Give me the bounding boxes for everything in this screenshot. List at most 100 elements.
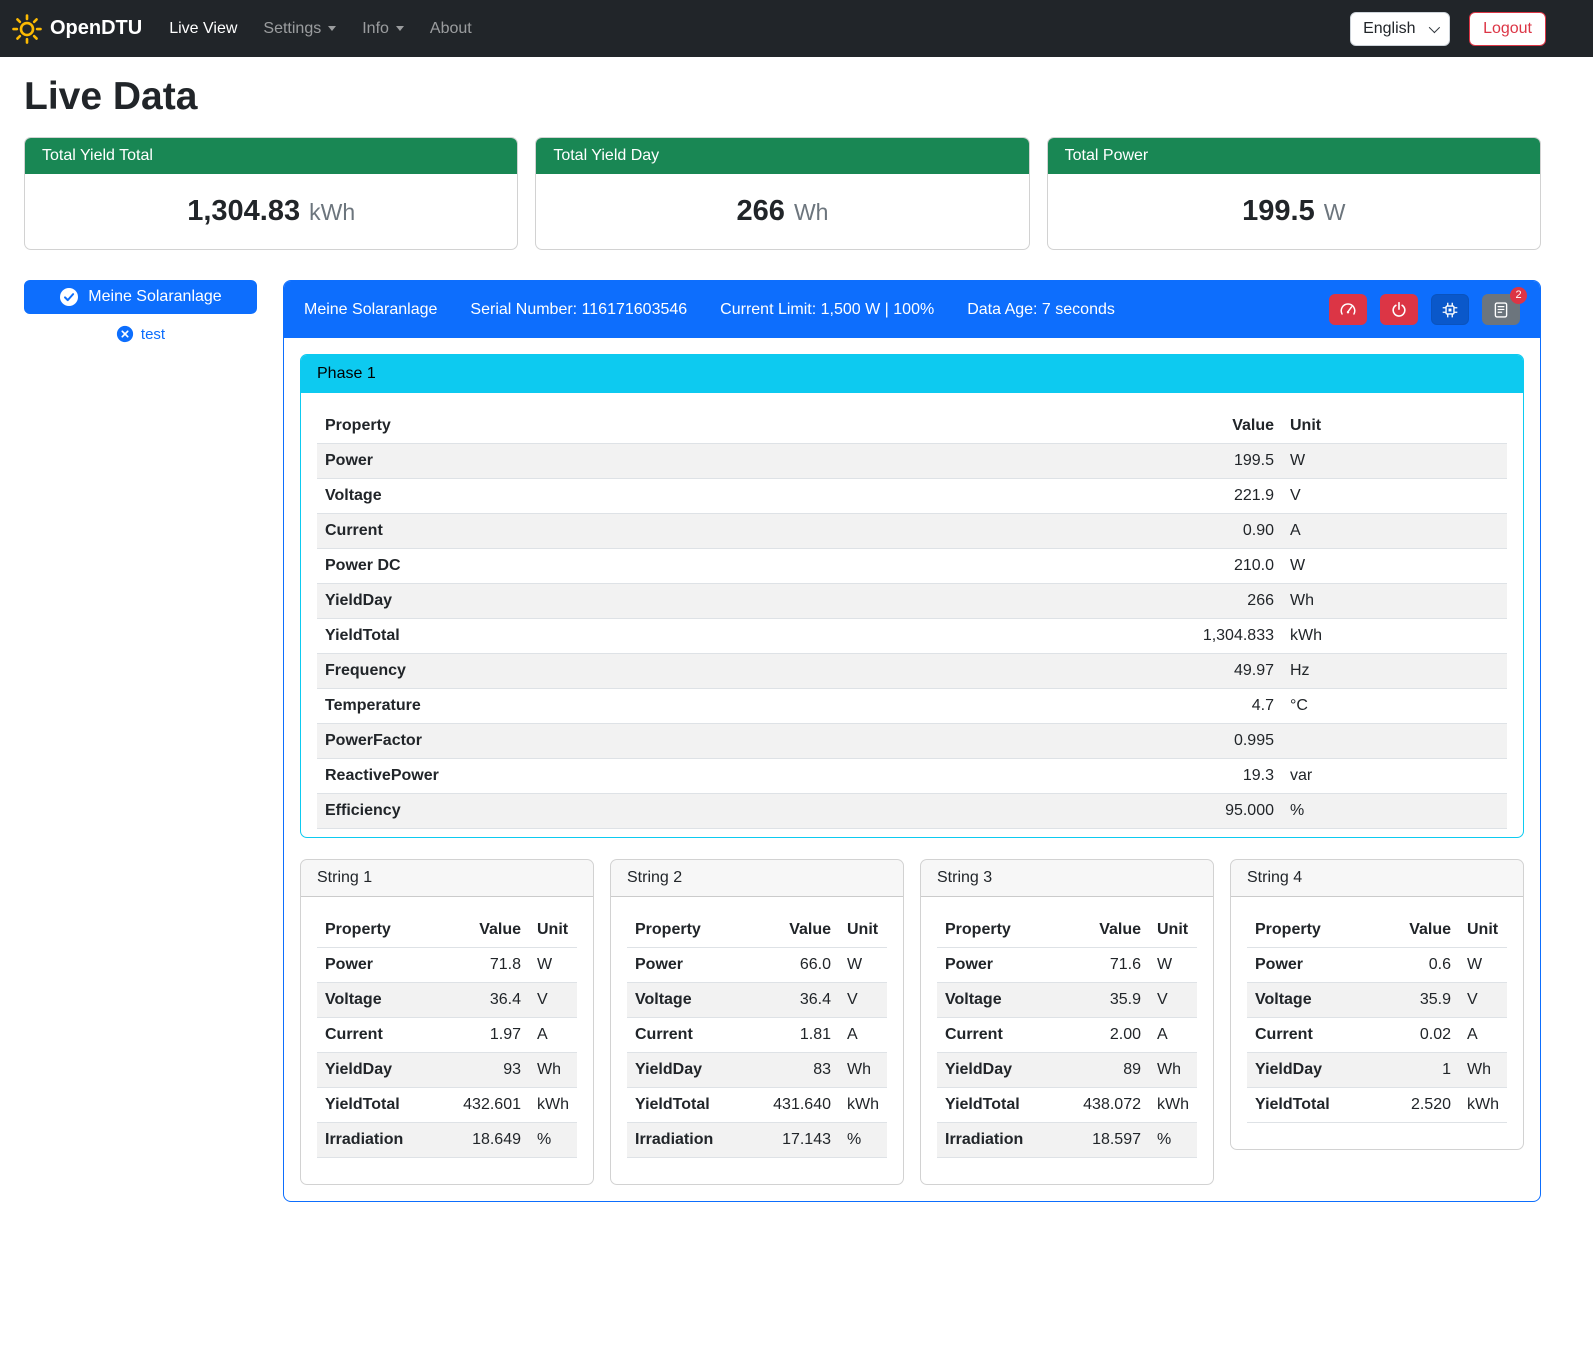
value-cell: 17.143 — [765, 1123, 839, 1158]
value-cell: 221.9 — [1152, 479, 1282, 514]
value-cell: 1.81 — [765, 1018, 839, 1053]
property-cell: Voltage — [937, 983, 1075, 1018]
value-cell: 266 — [1152, 584, 1282, 619]
property-cell: Power — [627, 948, 765, 983]
nav-info[interactable]: Info — [349, 12, 417, 46]
value-cell: 36.4 — [765, 983, 839, 1018]
column-header-unit: Unit — [1149, 913, 1197, 948]
unit-cell: kWh — [529, 1088, 577, 1123]
property-cell: YieldTotal — [937, 1088, 1075, 1123]
navbar-right: English Logout — [1350, 12, 1546, 46]
table-header-row: Property Value Unit — [937, 913, 1197, 948]
table-row: Power 71.8 W — [317, 948, 577, 983]
total-power-unit: W — [1324, 199, 1346, 225]
value-cell: 210.0 — [1152, 549, 1282, 584]
table-row: YieldTotal 1,304.833 kWh — [317, 619, 1507, 654]
serial-number: Serial Number: 116171603546 — [470, 301, 687, 319]
value-cell: 93 — [455, 1053, 529, 1088]
card-title: Total Yield Day — [536, 138, 1028, 174]
table-header-row: Property Value Unit — [1247, 913, 1507, 948]
column-header-value: Value — [765, 913, 839, 948]
value-cell: 18.649 — [455, 1123, 529, 1158]
unit-cell: V — [1149, 983, 1197, 1018]
table-row: Irradiation 17.143 % — [627, 1123, 887, 1158]
table-row: Efficiency 95.000 % — [317, 794, 1507, 829]
table-row: YieldTotal 2.520 kWh — [1247, 1088, 1507, 1123]
unit-cell: V — [1459, 983, 1507, 1018]
power-icon — [1390, 301, 1408, 319]
logout-button[interactable]: Logout — [1469, 12, 1546, 46]
table-row: YieldDay 266 Wh — [317, 584, 1507, 619]
column-header-value: Value — [455, 913, 529, 948]
table-row: YieldDay 1 Wh — [1247, 1053, 1507, 1088]
value-cell: 1 — [1387, 1053, 1459, 1088]
inverter-panel-body: Phase 1 Property Value Unit — [284, 338, 1540, 1201]
current-limit: Current Limit: 1,500 W | 100% — [720, 301, 934, 319]
limit-settings-button[interactable] — [1329, 294, 1367, 325]
value-cell: 18.597 — [1075, 1123, 1149, 1158]
string-3-card: String 3 Property Value Unit — [920, 859, 1214, 1185]
nav-settings[interactable]: Settings — [250, 12, 349, 46]
table-row: Current 2.00 A — [937, 1018, 1197, 1053]
inverter-panel-header: Meine Solaranlage Serial Number: 1161716… — [284, 281, 1540, 338]
card-body: 199.5W — [1048, 174, 1540, 249]
event-log-button[interactable]: 2 — [1482, 294, 1520, 325]
string-2-body: Property Value Unit Power — [611, 897, 903, 1184]
table-row: YieldTotal 438.072 kWh — [937, 1088, 1197, 1123]
total-yield-day-value: 266 — [737, 195, 785, 227]
property-cell: Power DC — [317, 549, 1152, 584]
string-3-table: Property Value Unit Power — [937, 913, 1197, 1158]
column-header-value: Value — [1075, 913, 1149, 948]
property-cell: Current — [317, 1018, 455, 1053]
table-row: PowerFactor 0.995 — [317, 724, 1507, 759]
value-cell: 2.00 — [1075, 1018, 1149, 1053]
unit-cell: V — [1282, 479, 1507, 514]
value-cell: 431.640 — [765, 1088, 839, 1123]
table-row: Voltage 35.9 V — [937, 983, 1197, 1018]
inverter-select-button[interactable]: Meine Solaranlage — [24, 280, 257, 314]
speedometer-icon — [1339, 301, 1357, 319]
column-header-unit: Unit — [1459, 913, 1507, 948]
nav-live-view[interactable]: Live View — [156, 12, 250, 46]
value-cell: 36.4 — [455, 983, 529, 1018]
value-cell: 71.8 — [455, 948, 529, 983]
string-4-body: Property Value Unit Power — [1231, 897, 1523, 1149]
string-3-title: String 3 — [921, 860, 1213, 897]
card-title: Total Power — [1048, 138, 1540, 174]
property-cell: YieldDay — [317, 584, 1152, 619]
total-yield-day-unit: Wh — [794, 199, 829, 225]
property-cell: Power — [937, 948, 1075, 983]
table-row: Irradiation 18.597 % — [937, 1123, 1197, 1158]
value-cell: 0.995 — [1152, 724, 1282, 759]
nav-settings-label: Settings — [263, 20, 321, 38]
inverter-item-test[interactable]: test — [24, 325, 257, 343]
table-row: Power DC 210.0 W — [317, 549, 1507, 584]
value-cell: 71.6 — [1075, 948, 1149, 983]
inverter-actions: 2 — [1329, 294, 1520, 325]
table-row: YieldDay 83 Wh — [627, 1053, 887, 1088]
nav-about[interactable]: About — [417, 12, 485, 46]
table-row: Irradiation 18.649 % — [317, 1123, 577, 1158]
value-cell: 19.3 — [1152, 759, 1282, 794]
brand-link[interactable]: OpenDTU — [12, 14, 142, 44]
chevron-down-icon — [328, 26, 336, 31]
unit-cell: % — [839, 1123, 887, 1158]
table-header-row: Property Value Unit — [317, 913, 577, 948]
x-circle-icon — [116, 325, 134, 343]
property-cell: YieldDay — [627, 1053, 765, 1088]
property-cell: ReactivePower — [317, 759, 1152, 794]
selected-inverter-label: Meine Solaranlage — [88, 288, 221, 306]
value-cell: 1.97 — [455, 1018, 529, 1053]
string-4-title: String 4 — [1231, 860, 1523, 897]
value-cell: 83 — [765, 1053, 839, 1088]
value-cell: 2.520 — [1387, 1088, 1459, 1123]
inverter-info-button[interactable] — [1431, 294, 1469, 325]
unit-cell: W — [1282, 549, 1507, 584]
journal-icon — [1492, 301, 1510, 319]
table-row: YieldTotal 431.640 kWh — [627, 1088, 887, 1123]
table-row: Temperature 4.7 °C — [317, 689, 1507, 724]
language-select[interactable]: English — [1350, 12, 1450, 46]
value-cell: 95.000 — [1152, 794, 1282, 829]
power-settings-button[interactable] — [1380, 294, 1418, 325]
unit-cell: Wh — [1282, 584, 1507, 619]
